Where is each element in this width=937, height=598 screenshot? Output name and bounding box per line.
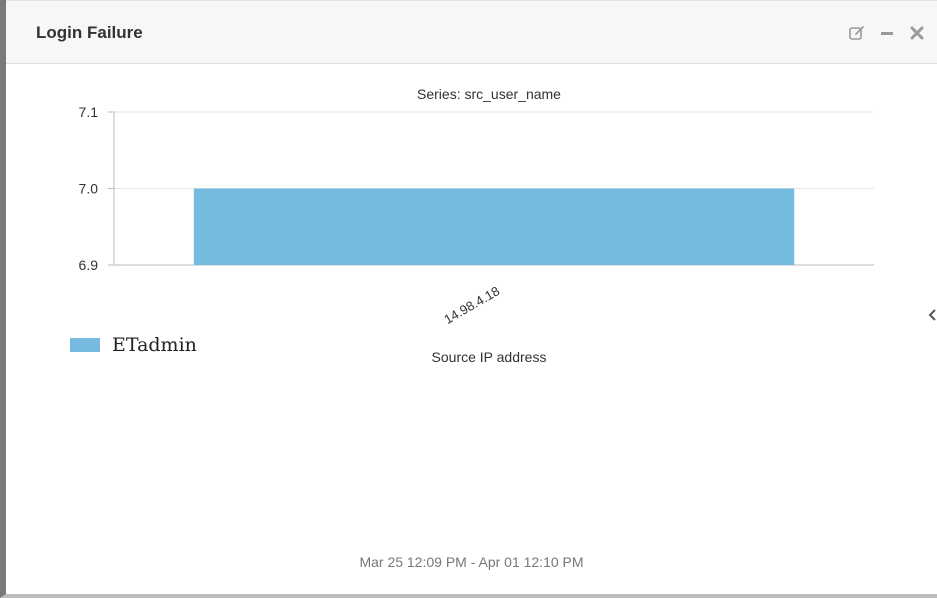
minimize-icon[interactable] (877, 23, 897, 43)
x-axis-label: Source IP address (432, 349, 547, 365)
edit-icon[interactable] (847, 23, 867, 43)
y-tick-label: 7.1 (79, 104, 99, 120)
x-tick-label: 14.98.4.18 (441, 283, 502, 327)
chart-title: Series: src_user_name (417, 86, 561, 102)
header-icons (847, 21, 927, 45)
chart-area: Series: src_user_name 6.9 7.0 7.1 14.98.4.… (6, 64, 937, 494)
chart-legend: ETadmin (70, 334, 197, 356)
y-axis-ticks: 6.9 7.0 7.1 (79, 104, 115, 273)
y-tick-label: 6.9 (79, 257, 99, 273)
widget-title: Login Failure (36, 23, 143, 42)
widget-header: Login Failure (6, 0, 937, 64)
y-tick-label: 7.0 (79, 181, 99, 197)
close-icon[interactable] (907, 23, 927, 43)
chevron-left-icon[interactable] (927, 305, 937, 325)
bars (193, 188, 795, 266)
legend-swatch (70, 338, 100, 352)
bar-chart: Series: src_user_name 6.9 7.0 7.1 14.98.4.… (79, 86, 874, 365)
legend-label: ETadmin (112, 334, 197, 356)
date-range: Mar 25 12:09 PM - Apr 01 12:10 PM (359, 554, 584, 570)
x-axis-tick-labels: 14.98.4.18 (441, 283, 502, 327)
bar[interactable] (193, 188, 795, 266)
login-failure-widget: Login Failure Series: src_user_name 6.9 … (0, 0, 937, 598)
